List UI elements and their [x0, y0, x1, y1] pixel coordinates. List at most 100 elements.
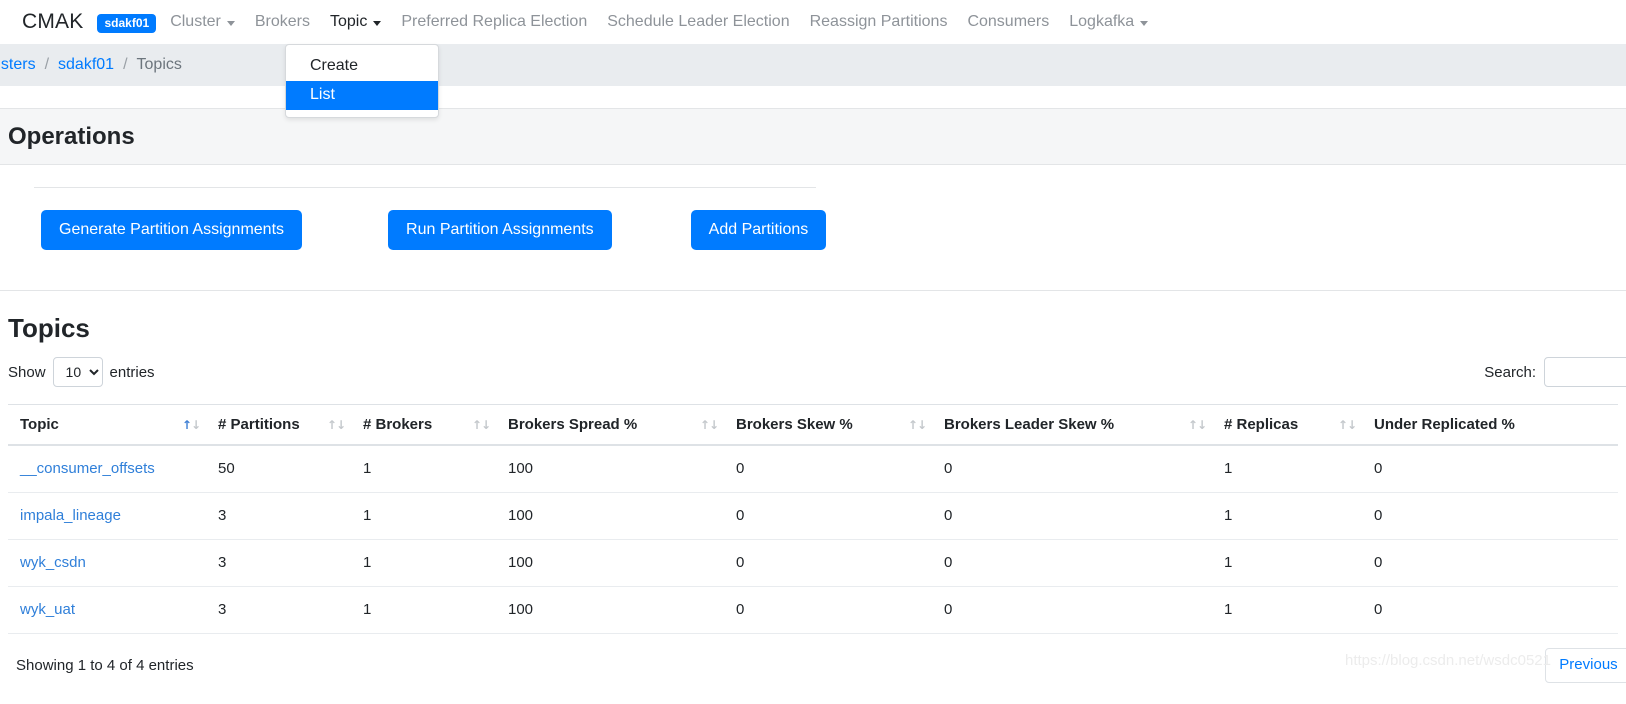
- nav-item-consumers-label: Consumers: [967, 13, 1050, 30]
- breadcrumb: usters / sdakf01 / Topics: [0, 44, 1626, 86]
- nav-item-preferred-replica-election[interactable]: Preferred Replica Election: [401, 13, 587, 31]
- column-header-brokers-label: # Brokers: [363, 416, 433, 434]
- operations-panel: Operations Generate Partition Assignment…: [0, 108, 1626, 292]
- run-partition-assignments-button[interactable]: Run Partition Assignments: [388, 210, 612, 251]
- breadcrumb-item-cluster[interactable]: sdakf01: [58, 56, 114, 74]
- operations-title: Operations: [8, 122, 135, 150]
- column-header-brokers-spread[interactable]: Brokers Spread % ↑↓: [508, 404, 736, 447]
- page-title: Topics: [8, 313, 90, 344]
- table-row: wyk_uat 3 1 100 0 0 1 0: [8, 586, 1618, 635]
- nav-item-schedule-leader-election[interactable]: Schedule Leader Election: [607, 13, 789, 31]
- column-header-partitions-label: # Partitions: [218, 416, 300, 434]
- column-header-brokers-skew[interactable]: Brokers Skew % ↑↓: [736, 404, 944, 447]
- topics-table-head: Topic ↑↓ # Partitions ↑↓ # Brokers ↑↓ Br…: [8, 404, 1618, 447]
- operations-panel-header: Operations: [0, 109, 1626, 165]
- cell-replicas: 1: [1224, 586, 1374, 635]
- pagination-previous-button[interactable]: Previous: [1545, 648, 1626, 684]
- cell-brokers-spread: 100: [508, 539, 736, 588]
- cell-brokers-skew: 0: [736, 586, 944, 635]
- breadcrumb-separator: /: [44, 56, 50, 73]
- topic-link[interactable]: __consumer_offsets: [20, 460, 155, 477]
- cell-brokers-leader-skew: 0: [944, 445, 1224, 494]
- nav-item-reassign-partitions-label: Reassign Partitions: [809, 13, 948, 30]
- column-header-replicas[interactable]: # Replicas ↑↓: [1224, 404, 1374, 447]
- cell-replicas: 1: [1224, 539, 1374, 588]
- column-header-under-replicated[interactable]: Under Replicated %: [1374, 404, 1618, 447]
- cell-brokers-skew: 0: [736, 492, 944, 541]
- breadcrumb-separator: /: [123, 56, 128, 73]
- nav-item-schedule-leader-election-label: Schedule Leader Election: [607, 13, 790, 30]
- column-header-brokers-leader-skew[interactable]: Brokers Leader Skew % ↑↓: [944, 404, 1224, 447]
- chevron-down-icon: [1140, 20, 1149, 26]
- nav-item-brokers-label: Brokers: [254, 13, 310, 30]
- pagination: Previous 1: [1545, 648, 1626, 684]
- nav-item-brokers[interactable]: Brokers: [255, 13, 310, 31]
- app-brand[interactable]: CMAK: [22, 10, 83, 34]
- column-header-brokers-skew-label: Brokers Skew %: [736, 416, 853, 434]
- topic-dropdown-item-create[interactable]: Create: [286, 52, 438, 81]
- add-partitions-button[interactable]: Add Partitions: [690, 210, 827, 251]
- search-label: Search:: [1484, 363, 1536, 381]
- cell-brokers-spread: 100: [508, 586, 736, 635]
- sort-indicator-icon: ↑↓: [907, 417, 927, 432]
- table-controls: Show 10 entries Search:: [8, 356, 1626, 388]
- cell-brokers: 1: [363, 539, 508, 588]
- chevron-down-icon: [226, 20, 235, 26]
- cell-brokers-skew: 0: [736, 445, 944, 494]
- nav-item-reassign-partitions[interactable]: Reassign Partitions: [810, 13, 948, 31]
- cell-partitions: 3: [218, 492, 363, 541]
- topic-link[interactable]: impala_lineage: [20, 507, 121, 524]
- topic-link[interactable]: wyk_csdn: [20, 554, 86, 571]
- cell-brokers: 1: [363, 586, 508, 635]
- cluster-badge[interactable]: sdakf01: [97, 13, 157, 33]
- nav-item-topic[interactable]: Topic: [330, 13, 382, 31]
- search-control: Search:: [1484, 357, 1626, 388]
- table-header-row: Topic ↑↓ # Partitions ↑↓ # Brokers ↑↓ Br…: [8, 404, 1618, 447]
- topics-table-body: __consumer_offsets 50 1 100 0 0 1 0 impa…: [8, 445, 1618, 635]
- entries-label: entries: [109, 363, 155, 381]
- page-length-control: Show 10 entries: [8, 357, 155, 388]
- search-input[interactable]: [1544, 357, 1626, 388]
- generate-partition-assignments-button[interactable]: Generate Partition Assignments: [41, 210, 303, 251]
- nav-item-logkafka[interactable]: Logkafka: [1069, 13, 1149, 31]
- cell-under-replicated: 0: [1374, 586, 1618, 635]
- page-length-select[interactable]: 10: [52, 357, 103, 388]
- cell-partitions: 50: [218, 445, 363, 494]
- nav-item-cluster[interactable]: Cluster: [170, 13, 235, 31]
- sort-indicator-icon: ↑↓: [699, 417, 719, 432]
- breadcrumb-item-clusters[interactable]: usters: [0, 56, 36, 74]
- table-row: impala_lineage 3 1 100 0 0 1 0: [8, 492, 1618, 541]
- breadcrumb-item-current: Topics: [136, 56, 182, 73]
- column-header-topic[interactable]: Topic ↑↓: [8, 404, 218, 447]
- sort-indicator-icon: ↑↓: [181, 417, 201, 432]
- nav-item-topic-label: Topic: [330, 13, 368, 30]
- operations-panel-body: Generate Partition Assignments Run Parti…: [0, 165, 1626, 276]
- topics-table: Topic ↑↓ # Partitions ↑↓ # Brokers ↑↓ Br…: [8, 404, 1618, 635]
- spacer: [0, 86, 1626, 108]
- table-row: wyk_csdn 3 1 100 0 0 1 0: [8, 539, 1618, 588]
- sort-indicator-icon: ↑↓: [1187, 417, 1207, 432]
- cell-under-replicated: 0: [1374, 539, 1618, 588]
- nav-item-logkafka-label: Logkafka: [1069, 13, 1135, 30]
- column-header-brokers-spread-label: Brokers Spread %: [508, 416, 638, 434]
- cell-under-replicated: 0: [1374, 492, 1618, 541]
- cell-brokers-leader-skew: 0: [944, 492, 1224, 541]
- nav-item-consumers[interactable]: Consumers: [967, 13, 1049, 31]
- nav-item-cluster-label: Cluster: [170, 13, 221, 30]
- operations-button-row: Generate Partition Assignments Run Parti…: [8, 210, 1618, 251]
- column-header-replicas-label: # Replicas: [1224, 416, 1299, 434]
- sort-indicator-icon: ↑↓: [471, 417, 491, 432]
- table-footer: Showing 1 to 4 of 4 entries Previous 1: [8, 634, 1626, 684]
- sort-indicator-icon: ↑↓: [1337, 417, 1357, 432]
- column-header-topic-label: Topic: [20, 416, 59, 434]
- topic-dropdown-item-list[interactable]: List: [286, 81, 438, 110]
- cell-brokers-leader-skew: 0: [944, 586, 1224, 635]
- column-header-brokers[interactable]: # Brokers ↑↓: [363, 404, 508, 447]
- cell-replicas: 1: [1224, 445, 1374, 494]
- show-label: Show: [8, 363, 46, 381]
- showing-entries-info: Showing 1 to 4 of 4 entries: [16, 657, 194, 675]
- operations-divider: [34, 187, 816, 188]
- column-header-partitions[interactable]: # Partitions ↑↓: [218, 404, 363, 447]
- cell-under-replicated: 0: [1374, 445, 1618, 494]
- topic-link[interactable]: wyk_uat: [20, 601, 75, 618]
